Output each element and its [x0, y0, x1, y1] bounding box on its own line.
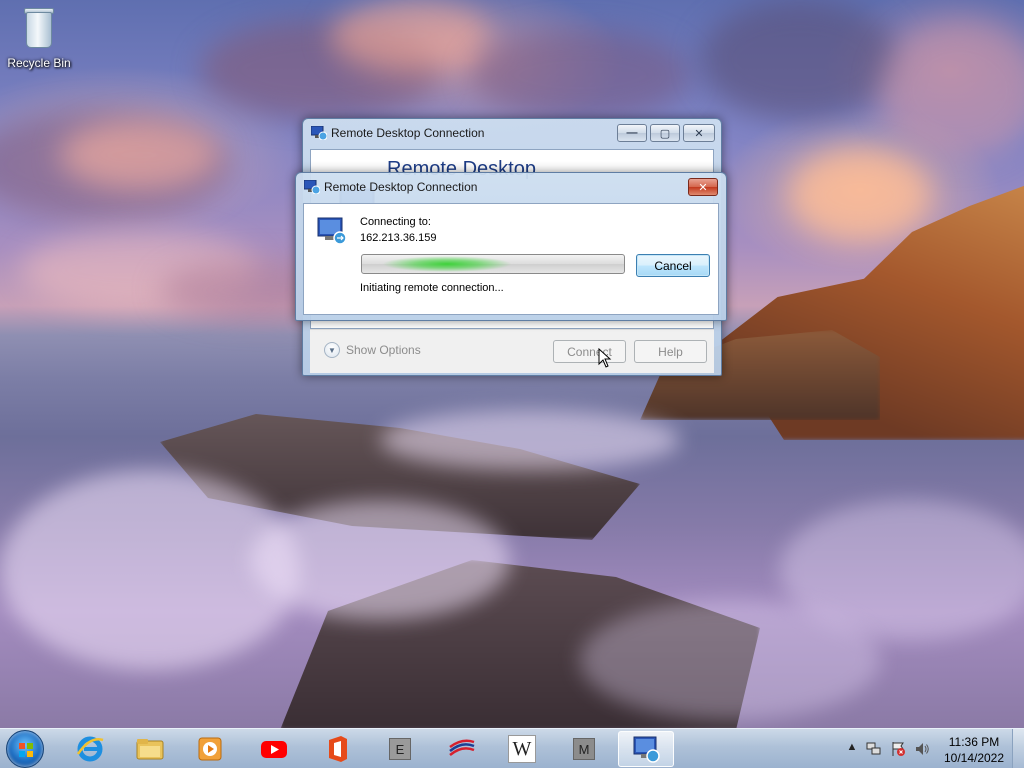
dialog-client: Connecting to: 162.213.36.159 Cancel Ini…: [303, 203, 719, 315]
volume-icon[interactable]: [914, 741, 930, 757]
show-options-label: Show Options: [346, 343, 421, 357]
office-icon: [329, 736, 347, 762]
windows-start-icon: [19, 743, 33, 757]
connecting-to-label: Connecting to:: [360, 216, 431, 228]
clock-date: 10/14/2022: [943, 751, 1005, 765]
system-tray: ▲ 11:36 PM 10/14/2022: [840, 729, 1024, 768]
close-button[interactable]: ✕: [688, 178, 718, 196]
status-text: Initiating remote connection...: [360, 282, 504, 294]
taskbar-item-internet-explorer[interactable]: [62, 731, 118, 767]
letter-m-icon: M: [573, 738, 595, 760]
close-icon: ✕: [698, 181, 708, 194]
rdc-main-footer: ▼ Show Options Connect Help: [310, 329, 714, 373]
progress-marquee: [382, 256, 512, 272]
youtube-icon: [261, 741, 287, 758]
connect-button[interactable]: Connect: [553, 340, 626, 363]
taskbar-item-office[interactable]: [310, 731, 366, 767]
taskbar-item-file-explorer[interactable]: [122, 731, 178, 767]
close-icon: ✕: [694, 127, 704, 140]
rdc-connecting-dialog[interactable]: Remote Desktop Connection ✕ Connecting t…: [295, 172, 727, 321]
remote-desktop-icon: [317, 217, 347, 245]
remote-desktop-icon: [633, 736, 660, 763]
clock[interactable]: 11:36 PM 10/14/2022: [938, 734, 1010, 766]
connection-progress-bar: [361, 254, 625, 274]
taskbar-item-bank-of-america[interactable]: [434, 731, 490, 767]
taskbar: E W M ▲ 11:36 PM 10/14/2022: [0, 728, 1024, 768]
internet-explorer-icon: [76, 736, 104, 762]
taskbar-item-m-app[interactable]: M: [556, 731, 612, 767]
minimize-icon: —: [626, 127, 638, 139]
media-player-icon: [198, 737, 222, 761]
taskbar-item-remote-desktop[interactable]: [618, 731, 674, 767]
wikipedia-icon: W: [508, 735, 536, 763]
action-center-icon[interactable]: [890, 741, 906, 757]
bank-flag-icon: [449, 739, 475, 756]
close-button[interactable]: ✕: [683, 124, 715, 142]
start-button[interactable]: [6, 730, 44, 768]
letter-e-icon: E: [389, 738, 411, 760]
remote-address: 162.213.36.159: [360, 232, 437, 244]
show-options-toggle[interactable]: ▼ Show Options: [324, 342, 421, 358]
recycle-bin-icon: [22, 6, 56, 50]
taskbar-item-media-player[interactable]: [182, 731, 238, 767]
chevron-down-icon: ▼: [324, 342, 340, 358]
show-hidden-icons-icon[interactable]: ▲: [844, 741, 860, 757]
window-title: Remote Desktop Connection: [331, 126, 485, 140]
title-bar[interactable]: Remote Desktop Connection ✕: [296, 173, 726, 201]
taskbar-item-youtube[interactable]: [246, 731, 302, 767]
remote-desktop-icon: [304, 180, 320, 194]
maximize-button[interactable]: ▢: [650, 124, 680, 142]
dialog-title: Remote Desktop Connection: [324, 180, 478, 194]
clock-time: 11:36 PM: [948, 735, 1000, 749]
help-button[interactable]: Help: [634, 340, 707, 363]
title-bar[interactable]: Remote Desktop Connection — ▢ ✕: [303, 119, 721, 147]
desktop-icon-recycle-bin[interactable]: Recycle Bin: [4, 6, 74, 70]
network-icon[interactable]: [866, 741, 882, 757]
mouse-cursor-icon: [598, 348, 612, 368]
taskbar-item-wikipedia[interactable]: W: [494, 731, 550, 767]
maximize-icon: ▢: [659, 127, 671, 140]
remote-desktop-icon: [311, 126, 327, 140]
folder-icon: [136, 739, 164, 760]
show-desktop-button[interactable]: [1012, 729, 1024, 768]
cancel-button[interactable]: Cancel: [636, 254, 710, 277]
minimize-button[interactable]: —: [617, 124, 647, 142]
desktop-icon-label: Recycle Bin: [7, 56, 71, 70]
taskbar-item-e-app[interactable]: E: [372, 731, 428, 767]
